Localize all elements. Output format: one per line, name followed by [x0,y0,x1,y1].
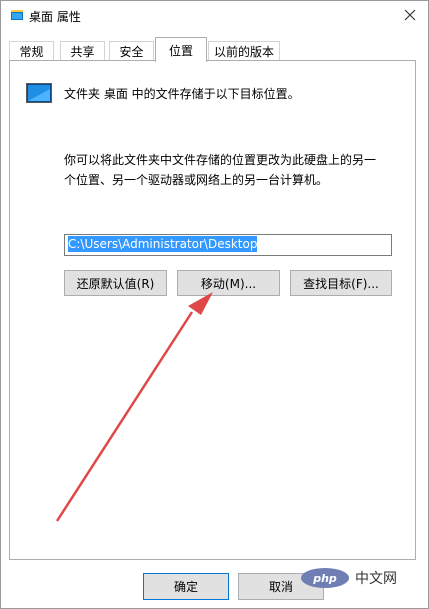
window-title: 桌面 属性 [29,10,81,24]
close-button[interactable] [392,1,428,29]
tab-general[interactable]: 常规 [9,41,54,60]
watermark: php 中文网 [299,566,397,590]
find-target-button[interactable]: 查找目标(F)... [290,270,392,296]
location-description: 你可以将此文件夹中文件存储的位置更改为此硬盘上的另一个位置、另一个驱动器或网络上… [64,153,377,187]
tab-location[interactable]: 位置 [155,37,207,62]
tab-previous-versions[interactable]: 以前的版本 [208,41,280,60]
restore-default-button[interactable]: 还原默认值(R) [64,270,167,296]
folder-icon [11,10,23,20]
tab-sharing[interactable]: 共享 [60,41,105,60]
target-path-input[interactable]: C:\Users\Administrator\Desktop [64,234,392,256]
location-panel [9,60,416,560]
watermark-text: 中文网 [355,571,397,587]
path-value: C:\Users\Administrator\Desktop [68,236,258,252]
ok-button[interactable]: 确定 [143,573,229,600]
php-logo-icon: php [301,568,349,588]
folder-info: 文件夹 桌面 中的文件存储于以下目标位置。 [26,83,300,103]
move-button[interactable]: 移动(M)... [177,270,280,296]
desktop-folder-icon [26,83,52,103]
title-bar: 桌面 属性 [1,1,428,31]
watermark-logo-text: php [312,572,337,585]
tab-security[interactable]: 安全 [109,41,154,60]
close-icon [404,9,416,21]
folder-info-text: 文件夹 桌面 中的文件存储于以下目标位置。 [64,86,300,101]
